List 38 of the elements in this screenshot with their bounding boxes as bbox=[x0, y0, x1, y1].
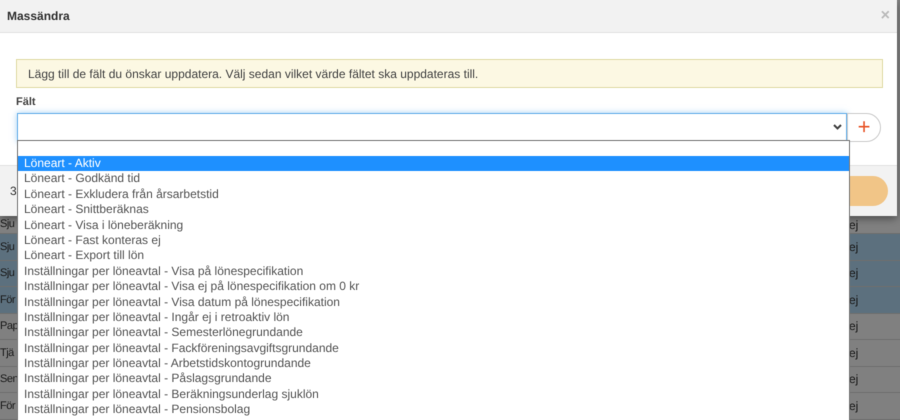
table-cell-text: ej bbox=[849, 398, 858, 415]
table-cell-text: ej bbox=[849, 344, 858, 362]
table-cell-text: För bbox=[0, 398, 16, 414]
dropdown-option[interactable]: Löneart - Exkludera från årsarbetstid bbox=[18, 186, 849, 202]
chevron-down-icon bbox=[833, 124, 842, 130]
table-cell-text: ej bbox=[849, 292, 858, 309]
table-cell-text: Sju bbox=[0, 217, 16, 232]
table-cell-text: För bbox=[0, 292, 16, 308]
dropdown-option[interactable]: Inställningar per löneavtal - Fackföreningsavgiftsgrundande bbox=[18, 340, 849, 356]
dropdown-option[interactable]: Inställningar per löneavtal - Visa på lönespecifikation bbox=[18, 264, 849, 280]
dropdown-option[interactable]: Inställningar per löneavtal - Beräkningsunderlag sjuklön bbox=[18, 386, 849, 402]
add-button[interactable]: + bbox=[847, 112, 881, 142]
dropdown-option[interactable]: Inställningar per löneavtal - Visa ej på lönespecifikation om 0 kr bbox=[18, 279, 849, 295]
dropdown-option[interactable]: Löneart - Snittberäknas bbox=[18, 202, 849, 218]
table-cell-text: ej bbox=[849, 265, 858, 282]
table-cell-text: Sju bbox=[0, 240, 16, 254]
dropdown-option[interactable]: Inställningar per löneavtal - Arbetstidskontogrundande bbox=[18, 356, 849, 372]
dropdown-option[interactable]: Inställningar per löneavtal - Pensionsbolag bbox=[18, 402, 849, 418]
footer-text: 3 bbox=[10, 183, 17, 200]
dropdown-option[interactable]: Inställningar per löneavtal - Visa datum på lönespecifikation bbox=[18, 294, 849, 310]
dropdown-option[interactable]: Inställningar per löneavtal - Ingår ej i retroaktiv lön bbox=[18, 310, 849, 326]
table-cell-text: ej bbox=[849, 371, 858, 388]
select-field[interactable] bbox=[17, 112, 848, 142]
dropdown-option[interactable]: Löneart - Visa i löneberäkning bbox=[18, 218, 849, 233]
table-cell-text: ej bbox=[849, 238, 858, 256]
dropdown-option[interactable]: Löneart - Export till lön bbox=[18, 248, 849, 264]
field-label: Fält bbox=[16, 95, 37, 110]
dropdown-option[interactable]: Inställningar per löneavtal - Påslagsgrundande bbox=[18, 371, 849, 387]
table-cell-text: Sju bbox=[0, 266, 16, 281]
dropdown-option[interactable]: Löneart - Godkänd tid bbox=[18, 171, 849, 187]
dropdown-option[interactable]: Löneart - Fast konteras ej bbox=[18, 232, 849, 248]
table-cell-text: Sen bbox=[0, 372, 17, 387]
notice-text: Lägg till de fält du önskar uppdatera. Välj sedan vilket värde fältet ska uppdateras till. bbox=[28, 66, 478, 82]
table-cell-text: ej bbox=[849, 318, 858, 336]
window-title: Massändra bbox=[7, 8, 70, 25]
table-cell-text: Tjä bbox=[0, 346, 16, 360]
dropdown-option[interactable]: Inställningar per löneavtal - Semesterlönegrundande bbox=[18, 325, 849, 341]
table-cell-text: ej bbox=[849, 216, 858, 234]
